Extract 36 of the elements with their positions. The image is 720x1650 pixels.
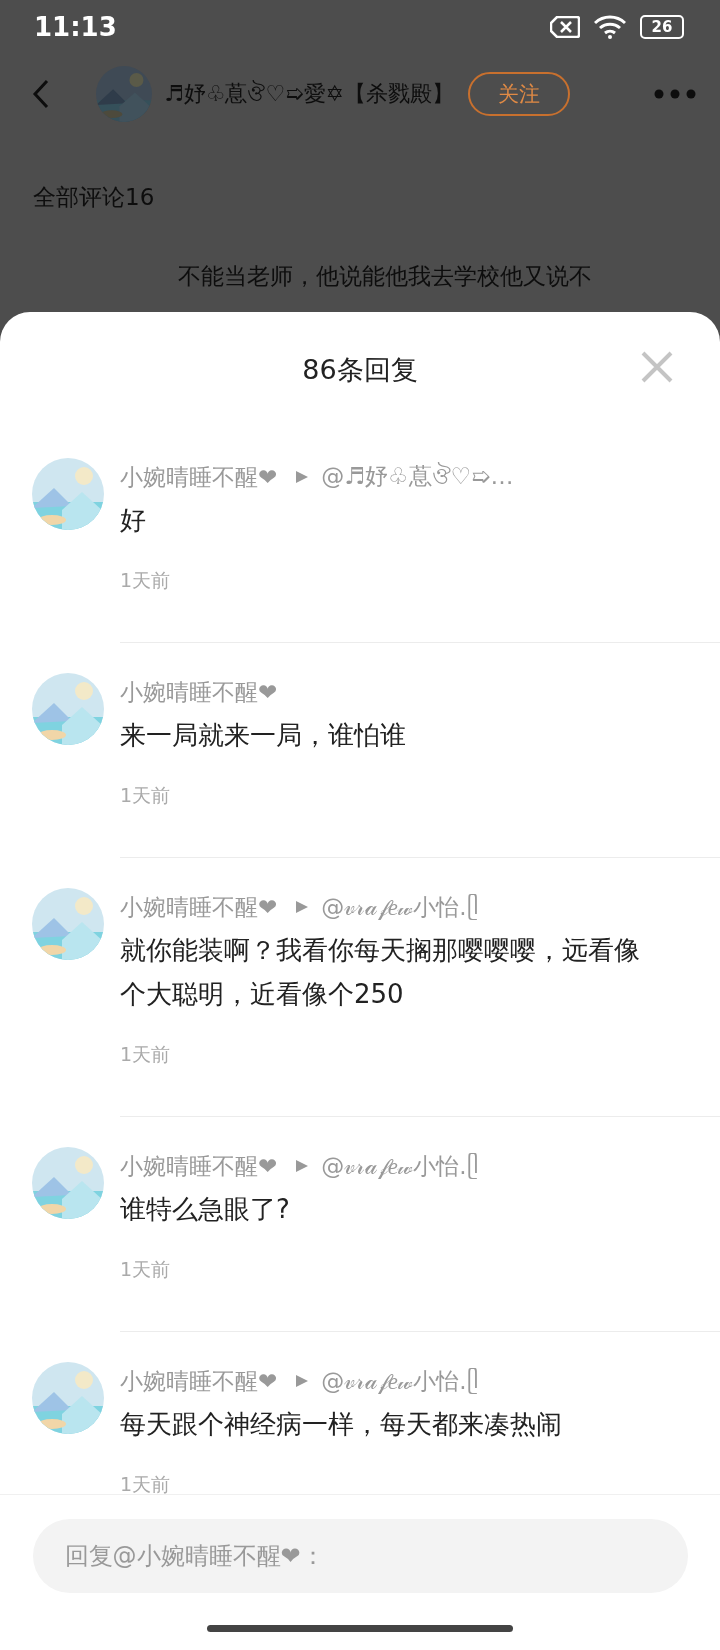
sheet-title: 86条回复 bbox=[302, 353, 418, 387]
reply-target[interactable]: @𝓋𝓇𝒶𝒻𝑒𝓌小怡.ᥫ bbox=[321, 1150, 479, 1182]
comments-heading: 全部评论16 bbox=[33, 184, 155, 210]
reply-author[interactable]: 小婉晴睡不醒❤ bbox=[120, 891, 278, 923]
comment-text: 不能当老师，他说能他我去学校他又说不 bbox=[178, 262, 593, 291]
reply-input-field[interactable]: 回复@小婉晴睡不醒❤： bbox=[32, 1519, 688, 1593]
reply-text: 谁特么急眼了? bbox=[120, 1193, 291, 1226]
reply-target[interactable]: @𝓋𝓇𝒶𝒻𝑒𝓌小怡.ᥫ bbox=[321, 891, 479, 923]
sim-error-icon bbox=[550, 16, 580, 38]
reply-time: 1天前 bbox=[120, 1472, 172, 1494]
reply-text: 就你能装啊？我看你每天搁那嘤嘤嘤，远看像个大聪明，近看像个250 bbox=[120, 934, 641, 1011]
reply-time: 1天前 bbox=[120, 1042, 172, 1067]
reply-time: 1天前 bbox=[120, 783, 172, 808]
reply-author[interactable]: 小婉晴睡不醒❤ bbox=[120, 461, 278, 493]
reply-text: 每天跟个神经病一样，每天都来凑热闹 bbox=[120, 1408, 563, 1441]
caret-icon bbox=[295, 900, 310, 914]
more-icon[interactable] bbox=[654, 89, 696, 99]
back-icon[interactable] bbox=[32, 79, 50, 109]
reply-author[interactable]: 小婉晴睡不醒❤ bbox=[120, 1365, 278, 1397]
caret-icon bbox=[295, 1159, 310, 1173]
caret-icon bbox=[295, 470, 310, 484]
wifi-icon bbox=[594, 15, 626, 39]
follow-button[interactable]: 关注 bbox=[468, 72, 571, 116]
reply-time: 1天前 bbox=[120, 1257, 172, 1282]
user-name: ♬妤♧蒠ঔ♡➯愛✡【杀戮殿】 bbox=[164, 79, 455, 108]
reply-time: 1天前 bbox=[120, 568, 172, 593]
battery-level: 26 bbox=[640, 15, 684, 39]
reply-target[interactable]: @♬妤♧蒠ঔ♡➯… bbox=[321, 457, 514, 497]
reply-target[interactable]: @𝓋𝓇𝒶𝒻𝑒𝓌小怡.ᥫ bbox=[321, 1365, 479, 1397]
close-button[interactable] bbox=[640, 350, 674, 384]
reply-author[interactable]: 小婉晴睡不醒❤ bbox=[120, 676, 278, 708]
reply-text: 来一局就来一局，谁怕谁 bbox=[120, 719, 407, 752]
caret-icon bbox=[295, 1374, 310, 1388]
reply-author[interactable]: 小婉晴睡不醒❤ bbox=[120, 1150, 278, 1182]
status-time: 11:13 bbox=[34, 12, 117, 42]
reply-text: 好 bbox=[120, 504, 147, 537]
